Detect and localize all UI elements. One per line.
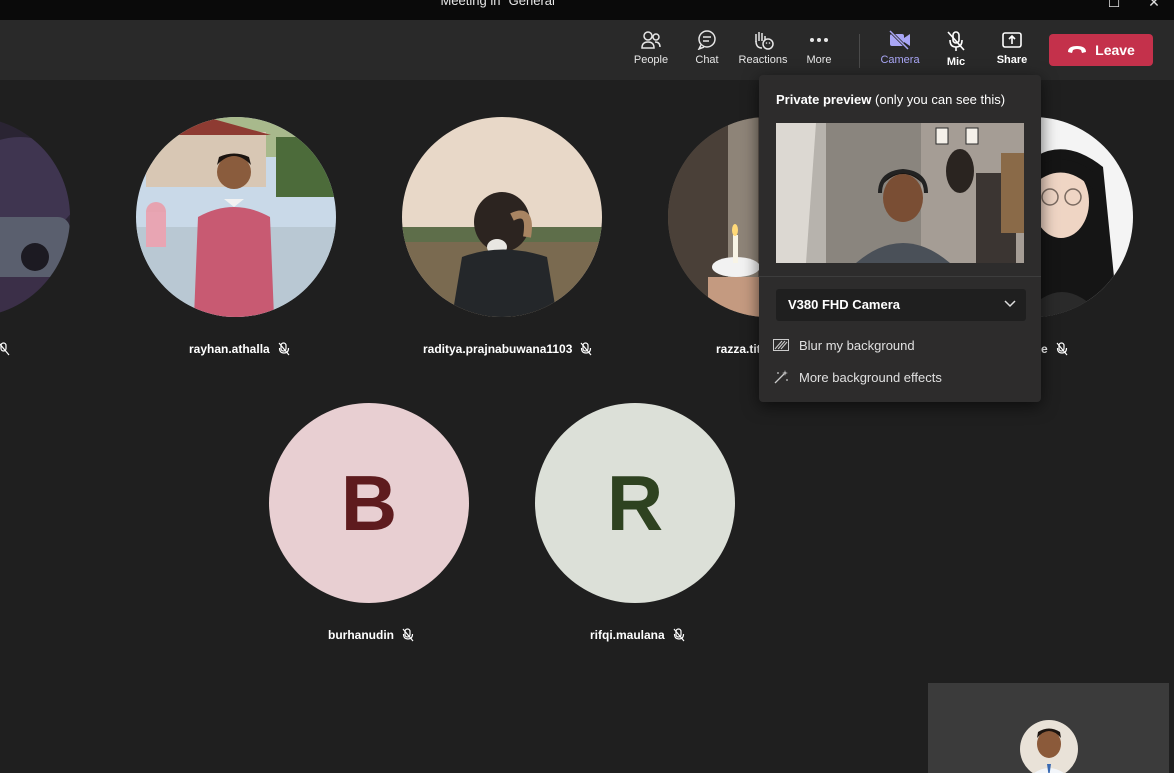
meeting-toolbar: People Chat Reactions More Camera Mic Sh… [0,20,1174,80]
more-button[interactable]: More [791,30,847,74]
maximize-icon[interactable]: ☐ [1104,0,1124,14]
participant-name-text: burhanudin [328,628,394,642]
participant-name-text: rayhan.athalla [189,342,270,356]
camera-device-select[interactable]: V380 FHD Camera [776,289,1026,321]
mic-off-icon [947,31,965,51]
window-title: Meeting in "General" [440,0,560,8]
more-background-effects-option[interactable]: More background effects [773,365,942,389]
panel-separator [759,276,1041,277]
chat-icon [697,30,716,50]
chevron-down-icon [1004,300,1016,308]
camera-preview-panel: Private preview (only you can see this) … [759,75,1041,402]
preview-heading: Private preview (only you can see this) [776,92,1005,107]
camera-label: Camera [880,54,920,66]
blur-icon [773,339,789,351]
mic-muted-icon [0,342,10,356]
magic-wand-icon [774,370,788,384]
more-background-effects-label: More background effects [799,369,942,385]
participant-avatar-raditya [402,117,602,317]
raise-hand-icon [755,32,774,50]
mic-button[interactable]: Mic [928,30,984,74]
toolbar-divider [859,34,860,68]
share-button[interactable]: Share [984,30,1040,74]
people-button[interactable]: People [623,30,679,74]
participant-name-rifqi: rifqi.maulana [590,628,685,642]
share-label: Share [996,54,1028,66]
close-icon[interactable]: ✕ [1144,0,1164,14]
camera-preview-video [776,123,1024,263]
reactions-button[interactable]: Reactions [735,30,791,74]
avatar-initial: B [340,458,398,547]
participant-name-raditya: raditya.prajnabuwana1103 [423,342,592,356]
title-bar: Meeting in "General" ☐ ✕ [0,0,1174,20]
chat-label: Chat [695,54,719,66]
participant-name-text: e [1041,342,1048,356]
participant-avatar-rifqi: R [535,403,735,603]
participant-name-text: razza.titi [716,342,765,356]
participant-avatar-partial [0,117,70,317]
participant-name-burhanudin: burhanudin [328,628,414,642]
share-icon [1002,32,1022,48]
mic-label: Mic [946,56,966,68]
participant-avatar-rayhan [136,117,336,317]
leave-label: Leave [1095,42,1135,58]
participant-name-razza: razza.titi [716,342,764,356]
blur-background-option[interactable]: Blur my background [773,333,915,357]
preview-heading-bold: Private preview [776,92,872,107]
preview-heading-rest: (only you can see this) [875,92,1006,107]
camera-device-value: V380 FHD Camera [788,297,900,312]
self-view[interactable] [928,683,1169,773]
people-icon [641,31,661,49]
self-avatar [1020,720,1078,773]
hang-up-icon [1068,46,1087,53]
participant-name-rayhan: rayhan.athalla [189,342,290,356]
reactions-label: Reactions [738,54,788,66]
more-label: More [806,54,832,66]
mic-muted-icon [673,628,685,642]
participant-name-text: raditya.prajnabuwana1103 [423,342,573,356]
leave-button[interactable]: Leave [1049,34,1153,66]
mic-muted-icon [402,628,414,642]
mic-muted-icon [1056,342,1068,356]
participant-avatar-burhanudin: B [269,403,469,603]
chat-button[interactable]: Chat [679,30,735,74]
more-dots-icon [810,38,828,42]
mic-muted-icon [580,342,592,356]
camera-button[interactable]: Camera [872,30,928,74]
participant-name-right: e [1041,342,1068,356]
people-label: People [633,54,669,66]
blur-background-label: Blur my background [799,337,915,353]
mic-muted-icon [278,342,290,356]
avatar-initial: R [606,458,664,547]
camera-off-icon [888,30,910,50]
participant-name-text: rifqi.maulana [590,628,665,642]
